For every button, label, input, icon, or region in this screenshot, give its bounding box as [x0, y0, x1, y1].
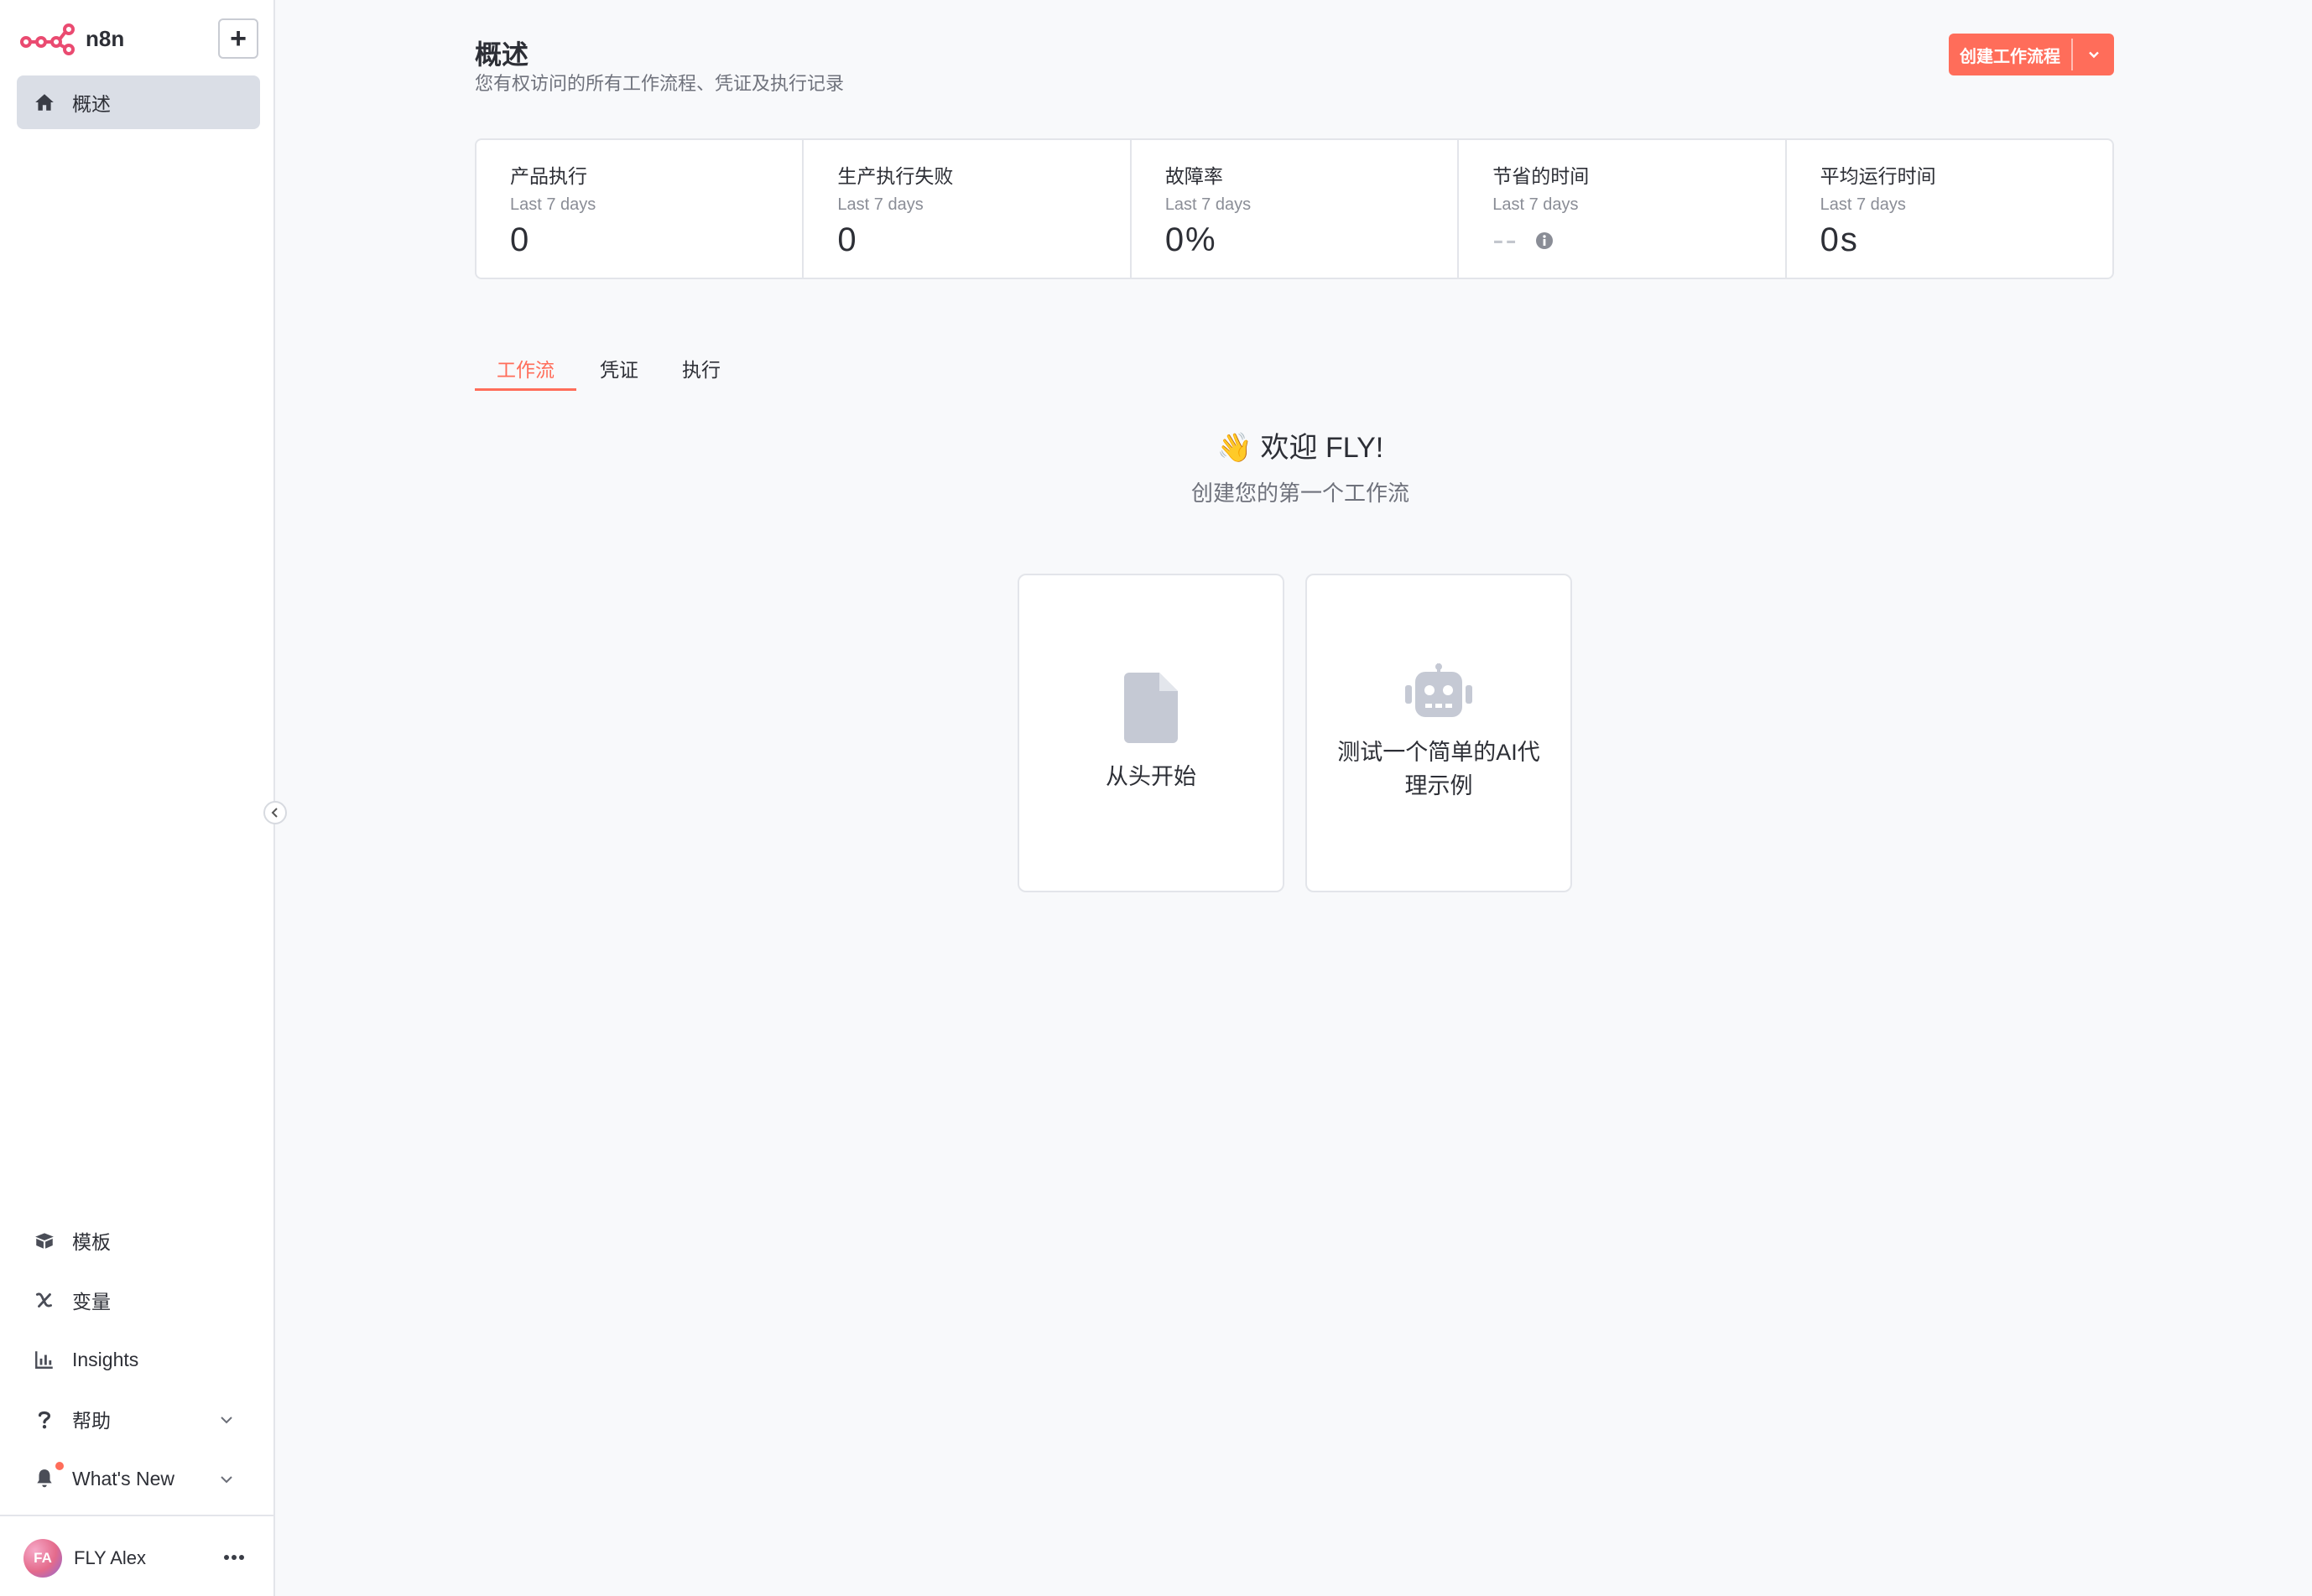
tab-workflows[interactable]: 工作流 — [475, 347, 576, 391]
chevron-down-icon — [218, 1470, 235, 1487]
stat-failure-rate[interactable]: 故障率 Last 7 days 0% — [1132, 140, 1460, 278]
tab-credentials[interactable]: 凭证 — [576, 347, 660, 391]
sidebar-item-label: 概述 — [72, 93, 111, 115]
n8n-logo[interactable]: n8n — [20, 22, 124, 55]
more-options-icon[interactable] — [221, 1545, 247, 1570]
chevron-down-icon — [218, 1411, 235, 1427]
card-label: 测试一个简单的AI代理示例 — [1337, 740, 1540, 798]
sidebar-item-variables[interactable]: 变量 — [17, 1273, 260, 1327]
tabs: 工作流 凭证 执行 — [475, 347, 742, 391]
chevron-left-icon — [271, 808, 278, 818]
stat-period: Last 7 days — [1820, 195, 1906, 214]
app-name: n8n — [86, 25, 125, 51]
sidebar-item-templates[interactable]: 模板 — [17, 1214, 260, 1267]
stat-label: 平均运行时间 — [1820, 165, 1936, 187]
add-button[interactable]: + — [218, 18, 258, 59]
welcome-heading: 👋 欢迎 FLY! — [1216, 432, 1384, 464]
start-from-scratch-card[interactable]: 从头开始 — [1018, 574, 1284, 892]
stat-value: 0 — [510, 221, 531, 258]
sidebar-item-label: 变量 — [72, 1291, 111, 1313]
stat-period: Last 7 days — [510, 195, 596, 214]
sidebar-item-overview[interactable]: 概述 — [17, 75, 260, 129]
card-label: 从头开始 — [1106, 764, 1196, 789]
chevron-down-icon — [2088, 51, 2099, 59]
stat-prod-executions[interactable]: 产品执行 Last 7 days 0 — [476, 140, 805, 278]
stat-avg-runtime[interactable]: 平均运行时间 Last 7 days 0s — [1787, 140, 2112, 278]
n8n-logo-icon — [20, 23, 75, 55]
stat-label: 生产执行失败 — [837, 165, 954, 187]
insights-summary: 产品执行 Last 7 days 0 生产执行失败 Last 7 days 0 … — [475, 138, 2114, 279]
info-icon[interactable] — [1535, 231, 1554, 250]
user-name: FLY Alex — [74, 1547, 147, 1568]
user-menu[interactable]: FA FLY Alex — [23, 1538, 146, 1578]
collapse-sidebar-button[interactable] — [263, 801, 287, 824]
sidebar-item-whats-new[interactable]: What's New — [17, 1452, 260, 1505]
stat-label: 节省的时间 — [1492, 165, 1590, 187]
stat-period: Last 7 days — [1492, 195, 1579, 214]
sidebar-item-help[interactable]: 帮助 — [17, 1392, 260, 1446]
robot-icon — [1405, 663, 1472, 717]
box-icon — [32, 1228, 57, 1253]
stat-prod-failures[interactable]: 生产执行失败 Last 7 days 0 — [804, 140, 1132, 278]
stat-time-saved[interactable]: 节省的时间 Last 7 days -- — [1459, 140, 1787, 278]
sidebar-item-label: What's New — [72, 1467, 174, 1489]
page-title: 概述 — [475, 39, 529, 70]
sidebar-item-label: 模板 — [72, 1231, 111, 1253]
home-icon — [32, 90, 57, 115]
variable-icon — [32, 1287, 57, 1313]
stat-value: 0% — [1164, 221, 1217, 258]
tab-executions[interactable]: 执行 — [660, 347, 742, 391]
welcome-subtitle: 创建您的第一个工作流 — [1190, 481, 1409, 506]
create-workflow-label[interactable]: 创建工作流程 — [1949, 34, 2071, 75]
stat-value-wrap: -- — [1492, 221, 1784, 259]
stat-period: Last 7 days — [1164, 195, 1252, 214]
sidebar: n8n + 概述 模板 变量 Insights 帮助 What's New FA… — [0, 0, 275, 1596]
sidebar-divider — [0, 1515, 273, 1516]
sidebar-item-label: Insights — [72, 1348, 139, 1370]
notification-dot — [55, 1462, 64, 1470]
file-icon — [1124, 673, 1178, 743]
page-subtitle: 您有权访问的所有工作流程、凭证及执行记录 — [475, 73, 845, 94]
create-workflow-button[interactable]: 创建工作流程 — [1949, 34, 2114, 75]
stat-value: 0 — [837, 221, 858, 258]
bar-chart-icon — [32, 1347, 57, 1372]
stat-period: Last 7 days — [837, 195, 924, 214]
ai-agent-example-card[interactable]: 测试一个简单的AI代理示例 — [1305, 574, 1572, 892]
question-icon — [32, 1406, 57, 1432]
stat-value: 0s — [1820, 221, 1859, 258]
stat-value: -- — [1492, 221, 1518, 258]
stat-label: 故障率 — [1164, 165, 1223, 187]
sidebar-item-insights[interactable]: Insights — [17, 1333, 260, 1386]
sidebar-item-label: 帮助 — [72, 1410, 111, 1432]
bell-icon — [32, 1466, 57, 1491]
stat-label: 产品执行 — [510, 165, 587, 187]
avatar: FA — [23, 1539, 62, 1578]
create-workflow-dropdown[interactable] — [2073, 34, 2114, 75]
